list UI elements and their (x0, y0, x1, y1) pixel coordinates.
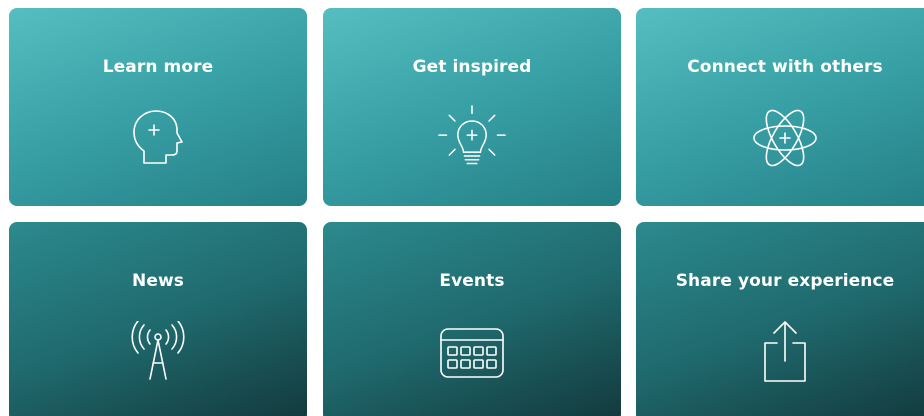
connect-with-others-title: Connect with others (687, 57, 883, 77)
atom-icon (750, 103, 820, 173)
get-inspired-title: Get inspired (412, 57, 532, 77)
connect-with-others-card[interactable]: Connect with others (636, 8, 924, 206)
news-title: News (132, 271, 184, 291)
radio-tower-icon (123, 317, 193, 387)
lightbulb-icon (437, 103, 507, 173)
events-card[interactable]: Events (323, 222, 621, 416)
get-inspired-card[interactable]: Get inspired (323, 8, 621, 206)
learn-more-title: Learn more (102, 57, 214, 77)
learn-more-card[interactable]: Learn more (9, 8, 307, 206)
calendar-icon (437, 317, 507, 387)
share-your-experience-card[interactable]: Share your experience (636, 222, 924, 416)
share-upload-icon (750, 317, 820, 387)
share-your-experience-title: Share your experience (675, 271, 895, 291)
events-title: Events (439, 271, 505, 291)
news-card[interactable]: News (9, 222, 307, 416)
head-plus-icon (123, 103, 193, 173)
tiles-grid: Learn more Get inspired Connect with oth… (0, 0, 924, 416)
